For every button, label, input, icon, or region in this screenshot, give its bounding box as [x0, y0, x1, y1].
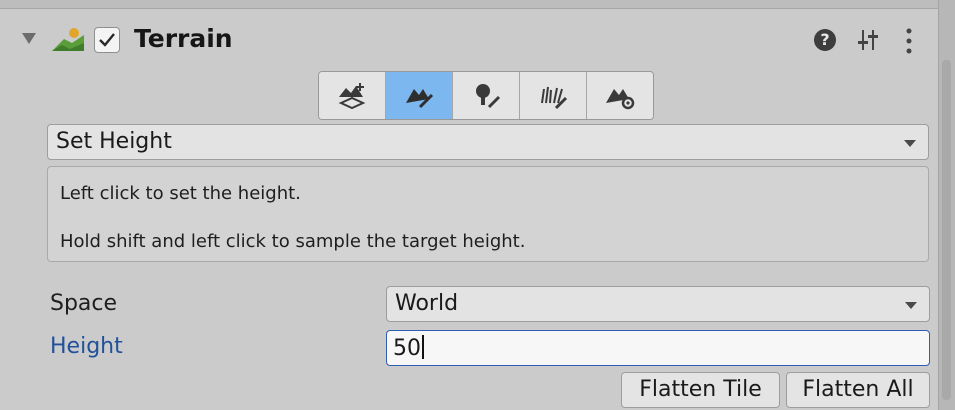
text-cursor — [422, 335, 424, 359]
scrollbar-thumb[interactable] — [942, 60, 951, 400]
space-dropdown[interactable]: World — [386, 286, 930, 322]
space-value: World — [395, 291, 459, 316]
paint-terrain-button[interactable] — [386, 72, 453, 119]
brush-tool-value: Set Height — [56, 129, 172, 154]
terrain-tool-toolbar — [318, 71, 654, 120]
height-input[interactable]: 50 — [386, 330, 930, 366]
paint-details-button[interactable] — [520, 72, 587, 119]
height-value: 50 — [393, 336, 421, 361]
panel-top-border — [0, 0, 938, 9]
help-line-2: Hold shift and left click to sample the … — [60, 231, 526, 252]
component-enabled-checkbox[interactable] — [94, 27, 120, 53]
terrain-settings-icon — [606, 88, 635, 109]
create-neighbor-terrains-button[interactable] — [319, 72, 386, 119]
paint-trees-icon — [476, 83, 501, 108]
foldout-triangle-icon[interactable] — [22, 33, 36, 44]
component-title: Terrain — [134, 24, 233, 53]
paint-details-icon — [541, 86, 568, 109]
flatten-tile-button[interactable]: Flatten Tile — [621, 372, 780, 408]
terrain-icon — [52, 28, 84, 51]
chevron-down-icon — [905, 302, 917, 309]
help-icon[interactable]: ? — [814, 29, 836, 51]
height-label: Height — [50, 334, 123, 359]
tool-help-box: Left click to set the height. Hold shift… — [47, 166, 929, 262]
presets-icon[interactable] — [856, 27, 880, 53]
space-label: Space — [50, 291, 118, 316]
brush-tool-dropdown[interactable]: Set Height — [47, 124, 929, 160]
terrain-settings-button[interactable] — [587, 72, 653, 119]
help-line-1: Left click to set the height. — [60, 183, 301, 204]
create-neighbor-terrains-icon — [338, 82, 366, 109]
kebab-menu-icon[interactable] — [904, 27, 914, 55]
paint-trees-button[interactable] — [453, 72, 520, 119]
checkmark-icon — [99, 33, 115, 47]
paint-terrain-icon — [406, 88, 434, 108]
chevron-down-icon — [904, 140, 916, 147]
flatten-all-button[interactable]: Flatten All — [786, 372, 930, 408]
